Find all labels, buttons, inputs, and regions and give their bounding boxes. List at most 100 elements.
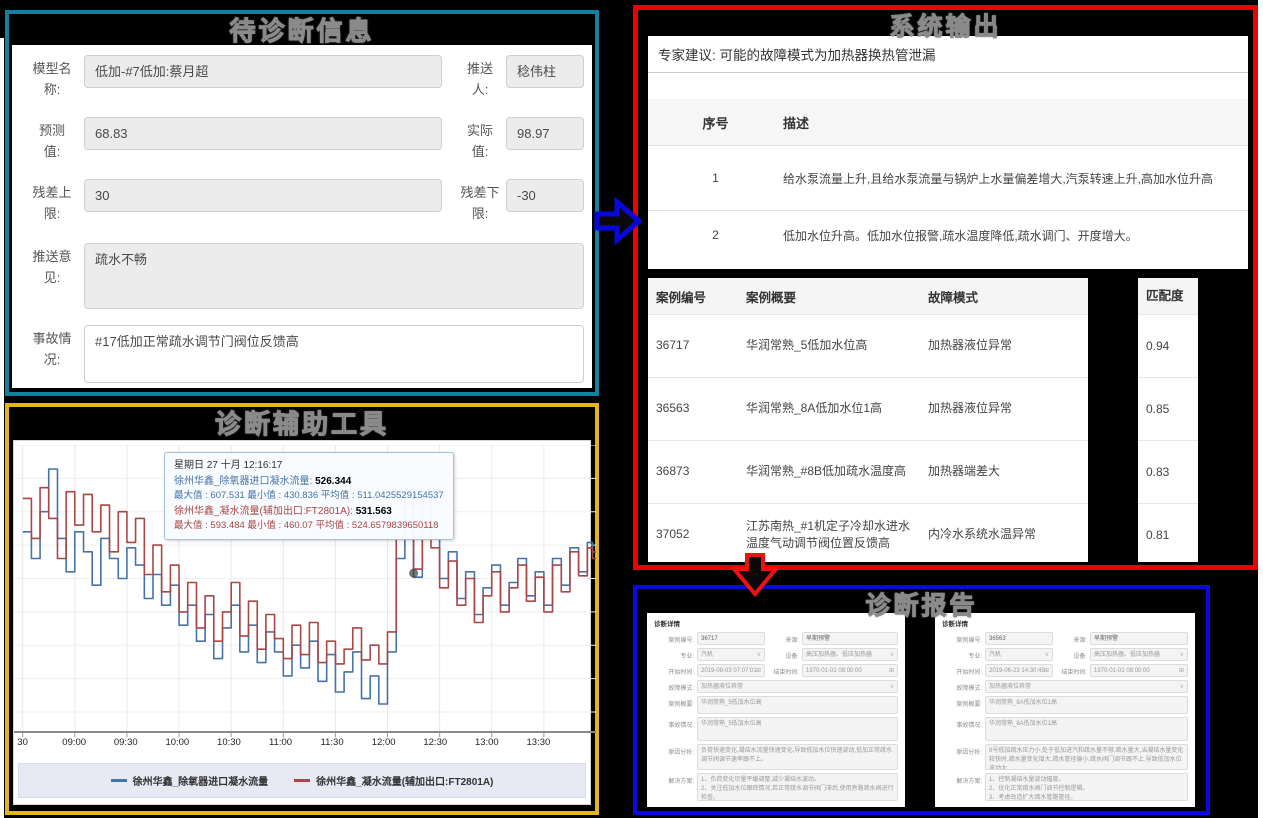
field-label: 开始时间: (942, 664, 985, 676)
case-summary: 江苏南热_#1机定子冷却水进水温度气动调节阀位置反馈高 (738, 518, 920, 553)
detail-textarea[interactable]: 负荷快速变化,凝结水流量快速变化,导致低加水位快速波动,低加正常疏水调节阀调节速… (697, 744, 898, 770)
diagnostic-tool-panel: 诊断辅助工具 3009:0009:3010:0010:3011:0011:301… (5, 403, 599, 815)
detail-select[interactable]: 加热器液位异常∨ (985, 680, 1188, 693)
tooltip-time: 星期日 27 十月 12:16:17 (174, 458, 444, 474)
match-score-value: 0.81 (1138, 503, 1198, 566)
form-row-values: 预测值: 68.83 实际值: 98.97 (28, 117, 584, 163)
match-score-value: 0.94 (1138, 314, 1198, 377)
case-fault-mode: 加热器液位异常 (920, 400, 1088, 417)
case-summary-header: 案例概要 (738, 287, 920, 306)
residual-lower-label: 残差下限: (458, 179, 502, 225)
detail-field-row: 专业:汽机∨设备:高压加热器、低压加热器∨ (654, 648, 898, 661)
field-label: 原因分析: (654, 744, 697, 756)
detail-input[interactable]: 高压加热器、低压加热器∨ (1090, 648, 1188, 661)
case-id: 36873 (648, 463, 738, 480)
detail-textarea[interactable]: 华润常熟_5低加水位高 (697, 696, 898, 714)
chevron-down-icon: ∨ (757, 651, 761, 660)
description-table-header: 序号 描述 (648, 99, 1248, 145)
detail-field-row: 专业:汽机∨设备:高压加热器、低压加热器∨ (942, 648, 1188, 661)
tooltip-series2-stats: 最大值 : 593.484 最小值 : 460.07 平均值 : 524.657… (174, 519, 444, 534)
case-row[interactable]: 36873华润常熟_#8B低加疏水温度高加热器端差大 (648, 440, 1088, 503)
legend-label: 徐州华鑫_除氧器进口凝水流量 (133, 773, 269, 788)
form-row-opinion: 推送意见: 疏水不畅 (28, 243, 584, 309)
case-row[interactable]: 36563华润常熟_8A低加水位1高加热器液位异常 (648, 377, 1088, 440)
detail-textarea[interactable]: 华润常熟_8A低加水位1高 (985, 717, 1188, 741)
case-row[interactable]: 36717华润常熟_5低加水位高加热器液位异常 (648, 314, 1088, 377)
description-text: 低加水位升高。低加水位报警,疏水温度降低,疏水调门、开度增大。 (783, 227, 1248, 244)
actual-input[interactable]: 98.97 (506, 117, 584, 150)
field-label: 来源: (1053, 632, 1090, 644)
seq-column-header: 序号 (648, 113, 783, 132)
x-axis-tick-label: 10:30 (217, 737, 241, 748)
x-axis-tick-label: 12:30 (423, 737, 447, 748)
accident-textarea[interactable]: #17低加正常疏水调节门阀位反馈高 (84, 325, 584, 383)
legend-item[interactable]: 徐州华鑫_凝水流量(辅加出口:FT2801A) (294, 773, 493, 788)
pusher-input[interactable]: 稔伟柱 (506, 55, 584, 88)
detail-textarea[interactable]: 华润常熟_8A低加水位1高 (985, 696, 1188, 714)
detail-field-row: 开始时间:2019-08-03 07:07:01⊞结束时间:1970-01-01… (654, 664, 898, 677)
match-score-values: 0.940.850.830.81 (1138, 314, 1198, 566)
detail-input[interactable]: 36717 (697, 632, 765, 645)
case-id-header: 案例编号 (648, 287, 738, 306)
x-axis-tick-label: 09:30 (114, 737, 138, 748)
detail-input[interactable]: 2019-08-03 07:07:01⊞ (697, 664, 765, 677)
detail-select[interactable]: 加热器液位异常∨ (697, 680, 898, 693)
detail-textarea[interactable]: 华润常熟_5低加水位高 (697, 717, 898, 741)
case-summary: 华润常熟_5低加水位高 (738, 337, 920, 354)
detail-field-row: 故障模式:加热器液位异常∨ (654, 680, 898, 693)
match-score-value: 0.85 (1138, 377, 1198, 440)
detail-input[interactable]: 汽机∨ (985, 648, 1053, 661)
detail-input[interactable]: 早期预警 (802, 632, 898, 645)
push-opinion-textarea[interactable]: 疏水不畅 (84, 243, 584, 309)
pending-form: 模型名称: 低加-#7低加:蔡月超 推送人: 稔伟柱 预测值: 68.83 实际… (12, 45, 592, 388)
field-label: 案例编号: (942, 632, 985, 644)
detail-textarea[interactable]: 8号低加疏水压力小,处于低加进汽和疏水量不够,疏水量大,当凝结水量变化较快时,疏… (985, 744, 1188, 770)
detail-input[interactable]: 36563 (985, 632, 1053, 645)
detail-input[interactable]: 早期预警 (1090, 632, 1188, 645)
x-axis-tick-label: 10:00 (165, 737, 189, 748)
residual-lower-input[interactable]: -30 (506, 179, 584, 212)
match-score-value: 0.83 (1138, 440, 1198, 503)
field-label: 专业: (654, 648, 697, 660)
accident-label: 事故情况: (28, 325, 76, 371)
case-id: 37052 (648, 526, 738, 543)
field-label: 解决方案: (654, 773, 697, 785)
case-table-header: 案例编号 案例概要 故障模式 (648, 278, 1088, 314)
case-table-body: 36717华润常熟_5低加水位高加热器液位异常36563华润常熟_8A低加水位1… (648, 314, 1088, 566)
residual-upper-input[interactable]: 30 (84, 179, 442, 212)
trend-chart[interactable]: 3009:0009:3010:0010:3011:0011:3012:0012:… (13, 440, 591, 805)
detail-field-row: 原因分析:负荷快速变化,凝结水流量快速变化,导致低加水位快速波动,低加正常疏水调… (654, 744, 898, 770)
field-label: 故障模式: (942, 680, 985, 692)
field-label: 案例编号: (654, 632, 697, 644)
chevron-down-icon: ∨ (1180, 683, 1184, 692)
detail-textarea[interactable]: 1、控制凝结水量波动幅度。 2、优化正常疏水阀门调节控制逻辑。 3、考虑改造扩大… (985, 773, 1188, 801)
detail-input[interactable]: 汽机∨ (697, 648, 765, 661)
description-table-body: 1给水泵流量上升,且给水泵流量与锅炉上水量偏差增大,汽泵转速上升,高加水位升高2… (648, 145, 1248, 259)
legend-item[interactable]: 徐州华鑫_除氧器进口凝水流量 (111, 773, 269, 788)
detail-textarea[interactable]: 1、负荷变化尽量平缓调整,减少凝结水波动。 2、关注低加水位跟踪情况,若正常疏水… (697, 773, 898, 801)
detail-input[interactable]: 1970-01-01 08:00:00⊞ (1090, 664, 1188, 677)
x-axis-tick-label: 12:00 (372, 737, 396, 748)
detail-input[interactable]: 2019-06-23 14:30:45⊞ (985, 664, 1053, 677)
pending-panel-title: 待诊断信息 (9, 11, 595, 48)
fault-mode-header: 故障模式 (920, 287, 1088, 306)
match-score-card: 匹配度 0.940.850.830.81 (1138, 278, 1198, 562)
x-axis-tick-label: 13:00 (475, 737, 499, 748)
calendar-icon: ⊞ (1179, 667, 1184, 676)
field-label: 故障模式: (654, 680, 697, 692)
system-panel-title: 系统输出 (638, 7, 1253, 43)
detail-input[interactable]: 1970-01-01 08:00:00⊞ (802, 664, 898, 677)
match-score-header: 匹配度 (1138, 278, 1198, 314)
case-table-card: 案例编号 案例概要 故障模式 36717华润常熟_5低加水位高加热器液位异常36… (648, 278, 1088, 562)
case-summary: 华润常熟_8A低加水位1高 (738, 400, 920, 417)
form-row-accident: 事故情况: #17低加正常疏水调节门阀位反馈高 (28, 325, 584, 383)
detail-input[interactable]: 高压加热器、低压加热器∨ (802, 648, 898, 661)
case-fault-mode: 内冷水系统水温异常 (920, 526, 1088, 543)
model-name-input[interactable]: 低加-#7低加:蔡月超 (84, 55, 442, 88)
x-axis-tick-label: 11:00 (269, 737, 292, 748)
detail-field-row: 事故情况:华润常熟_8A低加水位1高 (942, 717, 1188, 741)
case-row[interactable]: 37052江苏南热_#1机定子冷却水进水温度气动调节阀位置反馈高内冷水系统水温异… (648, 503, 1088, 566)
system-output-panel: 系统输出 专家建议: 可能的故障模式为加热器换热管泄漏 序号 描述 1给水泵流量… (633, 5, 1258, 570)
description-seq: 2 (648, 228, 783, 242)
predicted-input[interactable]: 68.83 (84, 117, 442, 150)
